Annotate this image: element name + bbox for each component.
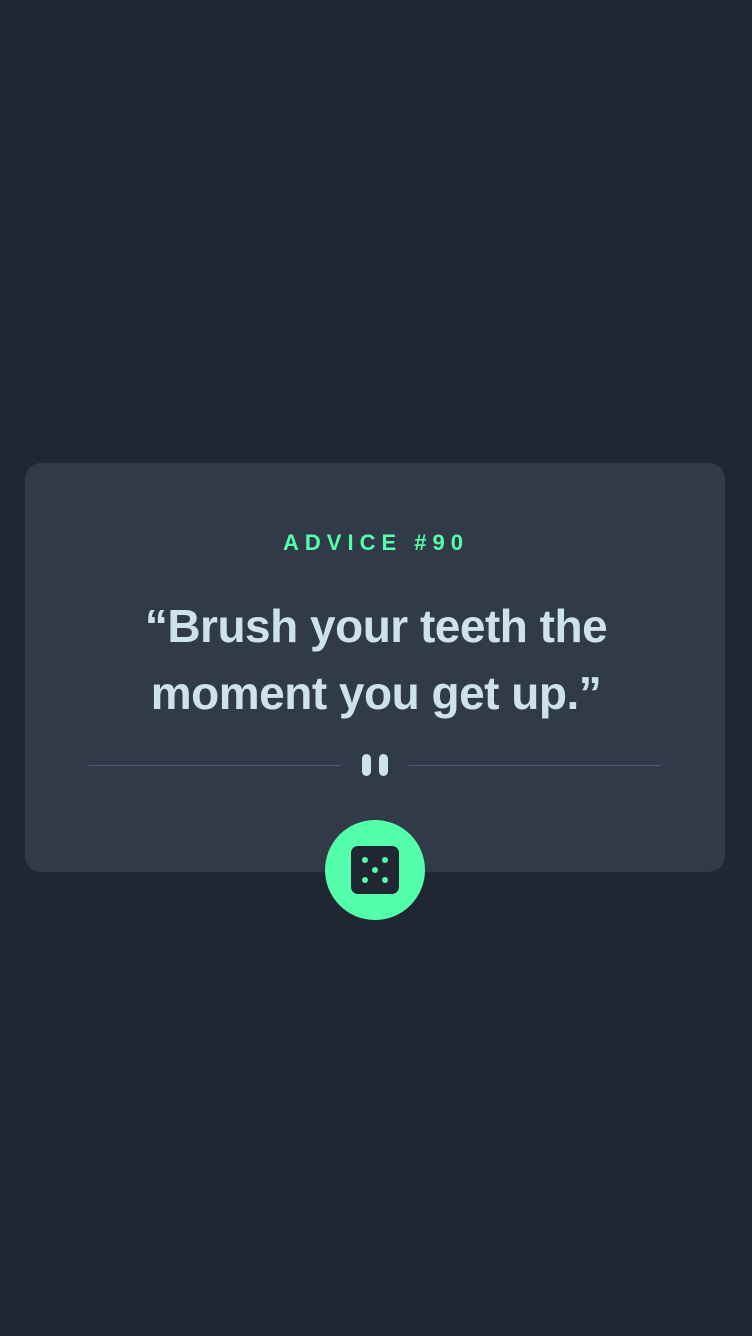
divider-line-left	[89, 765, 341, 766]
dice-icon	[351, 846, 399, 894]
pause-bar-right	[379, 754, 388, 776]
advice-number-label: ADVICE #90	[283, 530, 469, 555]
pause-divider-icon	[361, 754, 389, 778]
advice-quote: “Brush your teeth the moment you get up.…	[144, 600, 608, 719]
new-advice-button[interactable]	[325, 820, 425, 920]
divider-line-right	[409, 765, 661, 766]
pause-bar-left	[362, 754, 371, 776]
divider	[89, 754, 661, 778]
